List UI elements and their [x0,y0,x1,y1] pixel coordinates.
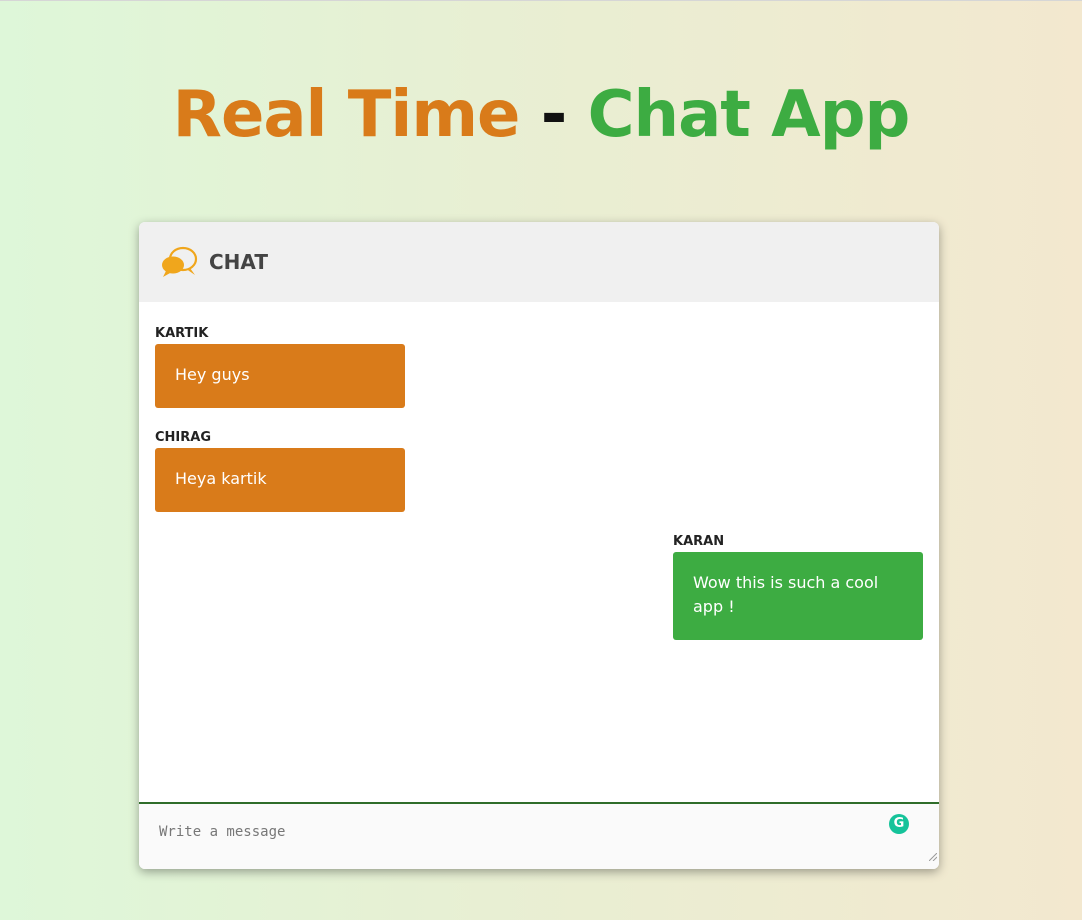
message-sender: KARAN [673,534,725,549]
title-part-chat-app: Chat App [587,78,911,152]
message-bubble: Wow this is such a cool app ! [673,552,923,640]
message-input[interactable] [139,804,939,862]
message-sender: KARTIK [155,326,209,341]
message-sender: CHIRAG [155,430,211,445]
message-item: KARAN Wow this is such a cool app ! [673,532,923,640]
grammarly-icon[interactable]: G [889,814,909,834]
page-title: Real Time - Chat App [0,75,1082,155]
chat-header: CHAT [139,222,939,302]
resize-handle-icon[interactable] [929,853,937,861]
message-list: KARTIK Hey guys CHIRAG Heya kartik KARAN… [139,302,939,802]
message-item: CHIRAG Heya kartik [155,428,405,512]
title-separator: - [519,78,588,152]
chat-header-label: CHAT [209,250,268,274]
chat-bubbles-icon [162,246,198,277]
chat-window: CHAT KARTIK Hey guys CHIRAG Heya kartik … [139,222,939,869]
message-bubble: Heya kartik [155,448,405,512]
message-item: KARTIK Hey guys [155,324,405,408]
message-bubble: Hey guys [155,344,405,408]
message-composer: G [139,802,939,869]
title-part-real-time: Real Time [172,78,521,152]
